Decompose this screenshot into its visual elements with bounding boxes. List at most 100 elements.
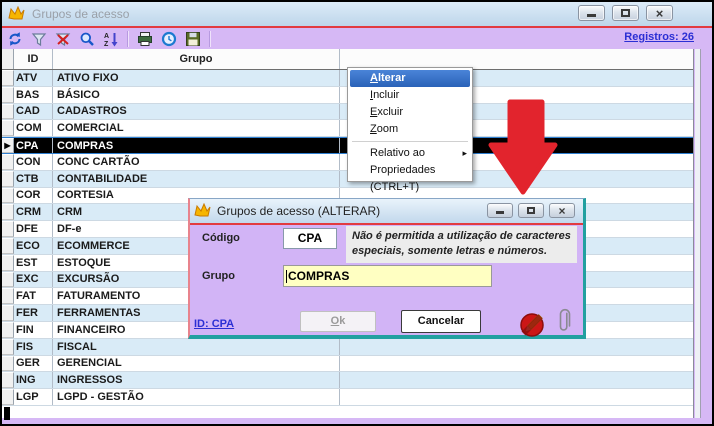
minimize-icon <box>496 211 504 214</box>
dialog-body: Código CPA Não é permitida a utilização … <box>190 225 583 335</box>
row-selector[interactable]: ▶ <box>2 138 14 153</box>
minimize-icon <box>587 14 596 17</box>
clock-button[interactable] <box>159 30 179 48</box>
menu-item-excluir[interactable]: Excluir <box>348 104 472 121</box>
submenu-arrow-icon: ▸ <box>462 145 467 162</box>
refresh-icon <box>7 31 23 47</box>
print-button[interactable] <box>135 30 155 48</box>
cell-grupo: COMERCIAL <box>53 120 340 136</box>
registros-link[interactable]: Registros: 26 <box>624 31 694 43</box>
zoom-search-icon <box>79 31 95 47</box>
no-edit-icon[interactable] <box>518 309 548 339</box>
cancel-button[interactable]: Cancelar <box>401 310 481 333</box>
row-selector[interactable] <box>2 288 14 304</box>
menu-item-incluir[interactable]: Incluir <box>348 87 472 104</box>
cell-grupo: BÁSICO <box>53 87 340 103</box>
filter-button[interactable] <box>29 30 49 48</box>
dialog-minimize-button[interactable] <box>487 203 513 218</box>
column-header-grupo[interactable]: Grupo <box>53 49 340 69</box>
row-selector[interactable] <box>2 120 14 136</box>
row-selector[interactable] <box>2 356 14 372</box>
toolbar-separator <box>209 31 211 47</box>
header-gutter <box>2 49 14 69</box>
refresh-button[interactable] <box>5 30 25 48</box>
annotation-arrow-icon <box>486 98 560 198</box>
menu-item-propriedades-ctrl-t[interactable]: Propriedades (CTRL+T) <box>348 162 472 179</box>
row-selector[interactable] <box>2 255 14 271</box>
dialog-maximize-button[interactable] <box>518 203 544 218</box>
menu-item-zoom[interactable]: Zoom <box>348 121 472 138</box>
row-selector[interactable] <box>2 70 14 86</box>
toolbar: A Z <box>2 28 712 49</box>
row-selector[interactable] <box>2 372 14 388</box>
row-selector[interactable] <box>2 272 14 288</box>
row-selector[interactable] <box>2 221 14 237</box>
toolbar-separator <box>127 31 129 47</box>
cell-grupo: INGRESSOS <box>53 372 340 388</box>
cell-id: CPA <box>14 138 53 153</box>
cell-filler <box>340 372 693 388</box>
menu-separator <box>352 141 468 142</box>
svg-text:A: A <box>104 33 109 40</box>
row-selector[interactable] <box>2 322 14 338</box>
warning-line-1: Não é permitida a utilização de caracter… <box>352 229 571 244</box>
table-row[interactable]: FISFISCAL <box>2 339 693 356</box>
maximize-button[interactable] <box>612 5 639 21</box>
ok-button[interactable]: Ok <box>300 311 376 332</box>
row-selector[interactable] <box>2 171 14 187</box>
column-header-id[interactable]: ID <box>14 49 53 69</box>
id-link[interactable]: ID: CPA <box>194 318 234 330</box>
grupo-value: COMPRAS <box>288 269 349 283</box>
row-selector[interactable] <box>2 389 14 405</box>
cell-id: COR <box>14 188 53 204</box>
grupo-label: Grupo <box>202 270 235 282</box>
cell-id: ING <box>14 372 53 388</box>
dialog-close-button[interactable]: × <box>549 203 575 218</box>
table-row[interactable]: INGINGRESSOS <box>2 372 693 389</box>
close-button[interactable]: × <box>646 5 673 21</box>
minimize-button[interactable] <box>578 5 605 21</box>
save-button[interactable] <box>183 30 203 48</box>
row-selector[interactable] <box>2 87 14 103</box>
cell-grupo: COMPRAS <box>53 138 340 153</box>
maximize-icon <box>527 207 535 214</box>
text-cursor-mark <box>4 407 10 420</box>
cell-id: EST <box>14 255 53 271</box>
row-selector[interactable] <box>2 188 14 204</box>
grupo-field[interactable]: COMPRAS <box>283 265 492 287</box>
sort-button[interactable]: A Z <box>101 30 121 48</box>
cell-id: FIN <box>14 322 53 338</box>
row-selector[interactable] <box>2 154 14 170</box>
row-selector[interactable] <box>2 104 14 120</box>
cell-grupo: GERENCIAL <box>53 356 340 372</box>
row-selector[interactable] <box>2 339 14 355</box>
alterar-dialog: Grupos de acesso (ALTERAR) × Código CPA … <box>188 198 586 339</box>
app-logo-icon <box>194 203 211 219</box>
row-selector[interactable] <box>2 305 14 321</box>
cell-id: ECO <box>14 238 53 254</box>
cell-grupo: CADASTROS <box>53 104 340 120</box>
menu-item-relativo-ao[interactable]: Relativo ao▸ <box>348 145 472 162</box>
paperclip-icon[interactable] <box>556 307 571 337</box>
cell-id: CRM <box>14 204 53 220</box>
row-selector[interactable] <box>2 238 14 254</box>
menu-item-alterar[interactable]: Alterar <box>350 70 470 87</box>
scrollbar-track[interactable] <box>695 49 701 418</box>
warning-line-2: especiais, somente letras e números. <box>352 244 571 259</box>
table-row[interactable]: GERGERENCIAL <box>2 356 693 373</box>
cell-id: BAS <box>14 87 53 103</box>
row-selector[interactable] <box>2 204 14 220</box>
close-icon: × <box>558 205 565 217</box>
zoom-search-button[interactable] <box>77 30 97 48</box>
dialog-titlebar[interactable]: Grupos de acesso (ALTERAR) × <box>190 199 583 223</box>
codigo-field[interactable]: CPA <box>283 228 337 249</box>
codigo-label: Código <box>202 232 240 244</box>
clear-filter-button[interactable] <box>53 30 73 48</box>
cell-id: CON <box>14 154 53 170</box>
save-icon <box>185 31 201 47</box>
cell-grupo: ATIVO FIXO <box>53 70 340 86</box>
table-row[interactable]: LGPLGPD - GESTÃO <box>2 389 693 406</box>
cell-id: LGP <box>14 389 53 405</box>
window-title: Grupos de acesso <box>32 7 129 21</box>
main-titlebar[interactable]: Grupos de acesso × <box>2 2 712 26</box>
